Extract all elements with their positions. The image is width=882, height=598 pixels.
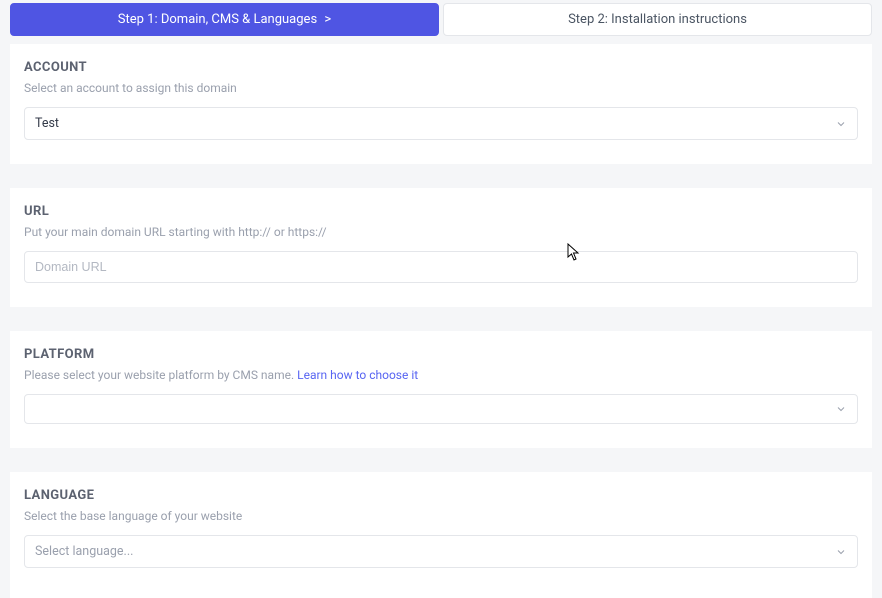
account-select[interactable]: Test: [24, 107, 858, 140]
url-input[interactable]: [35, 260, 847, 274]
platform-learn-link[interactable]: Learn how to choose it: [297, 368, 418, 382]
tab-step1-label: Step 1: Domain, CMS & Languages: [118, 12, 317, 27]
chevron-down-icon: [835, 546, 847, 558]
platform-section: PLATFORM Please select your website plat…: [10, 331, 872, 448]
chevron-down-icon: [835, 403, 847, 415]
step-tabs: Step 1: Domain, CMS & Languages > Step 2…: [0, 0, 882, 36]
platform-desc: Please select your website platform by C…: [24, 368, 858, 382]
tab-step2[interactable]: Step 2: Installation instructions: [443, 3, 872, 36]
tab-step1[interactable]: Step 1: Domain, CMS & Languages >: [10, 3, 439, 36]
chevron-right-icon: >: [324, 12, 331, 27]
language-desc: Select the base language of your website: [24, 509, 858, 523]
chevron-down-icon: [835, 118, 847, 130]
language-select-value: Select language...: [35, 544, 133, 559]
tab-step2-label: Step 2: Installation instructions: [568, 12, 747, 27]
account-select-value: Test: [35, 116, 59, 131]
url-title: URL: [24, 204, 858, 219]
account-title: ACCOUNT: [24, 60, 858, 75]
account-section: ACCOUNT Select an account to assign this…: [10, 44, 872, 164]
url-desc: Put your main domain URL starting with h…: [24, 225, 858, 239]
account-desc: Select an account to assign this domain: [24, 81, 858, 95]
language-section: LANGUAGE Select the base language of you…: [10, 472, 872, 598]
platform-title: PLATFORM: [24, 347, 858, 362]
url-section: URL Put your main domain URL starting wi…: [10, 188, 872, 307]
language-select[interactable]: Select language...: [24, 535, 858, 568]
platform-desc-text: Please select your website platform by C…: [24, 368, 297, 382]
url-input-wrap: [24, 251, 858, 283]
platform-select[interactable]: [24, 394, 858, 424]
language-title: LANGUAGE: [24, 488, 858, 503]
